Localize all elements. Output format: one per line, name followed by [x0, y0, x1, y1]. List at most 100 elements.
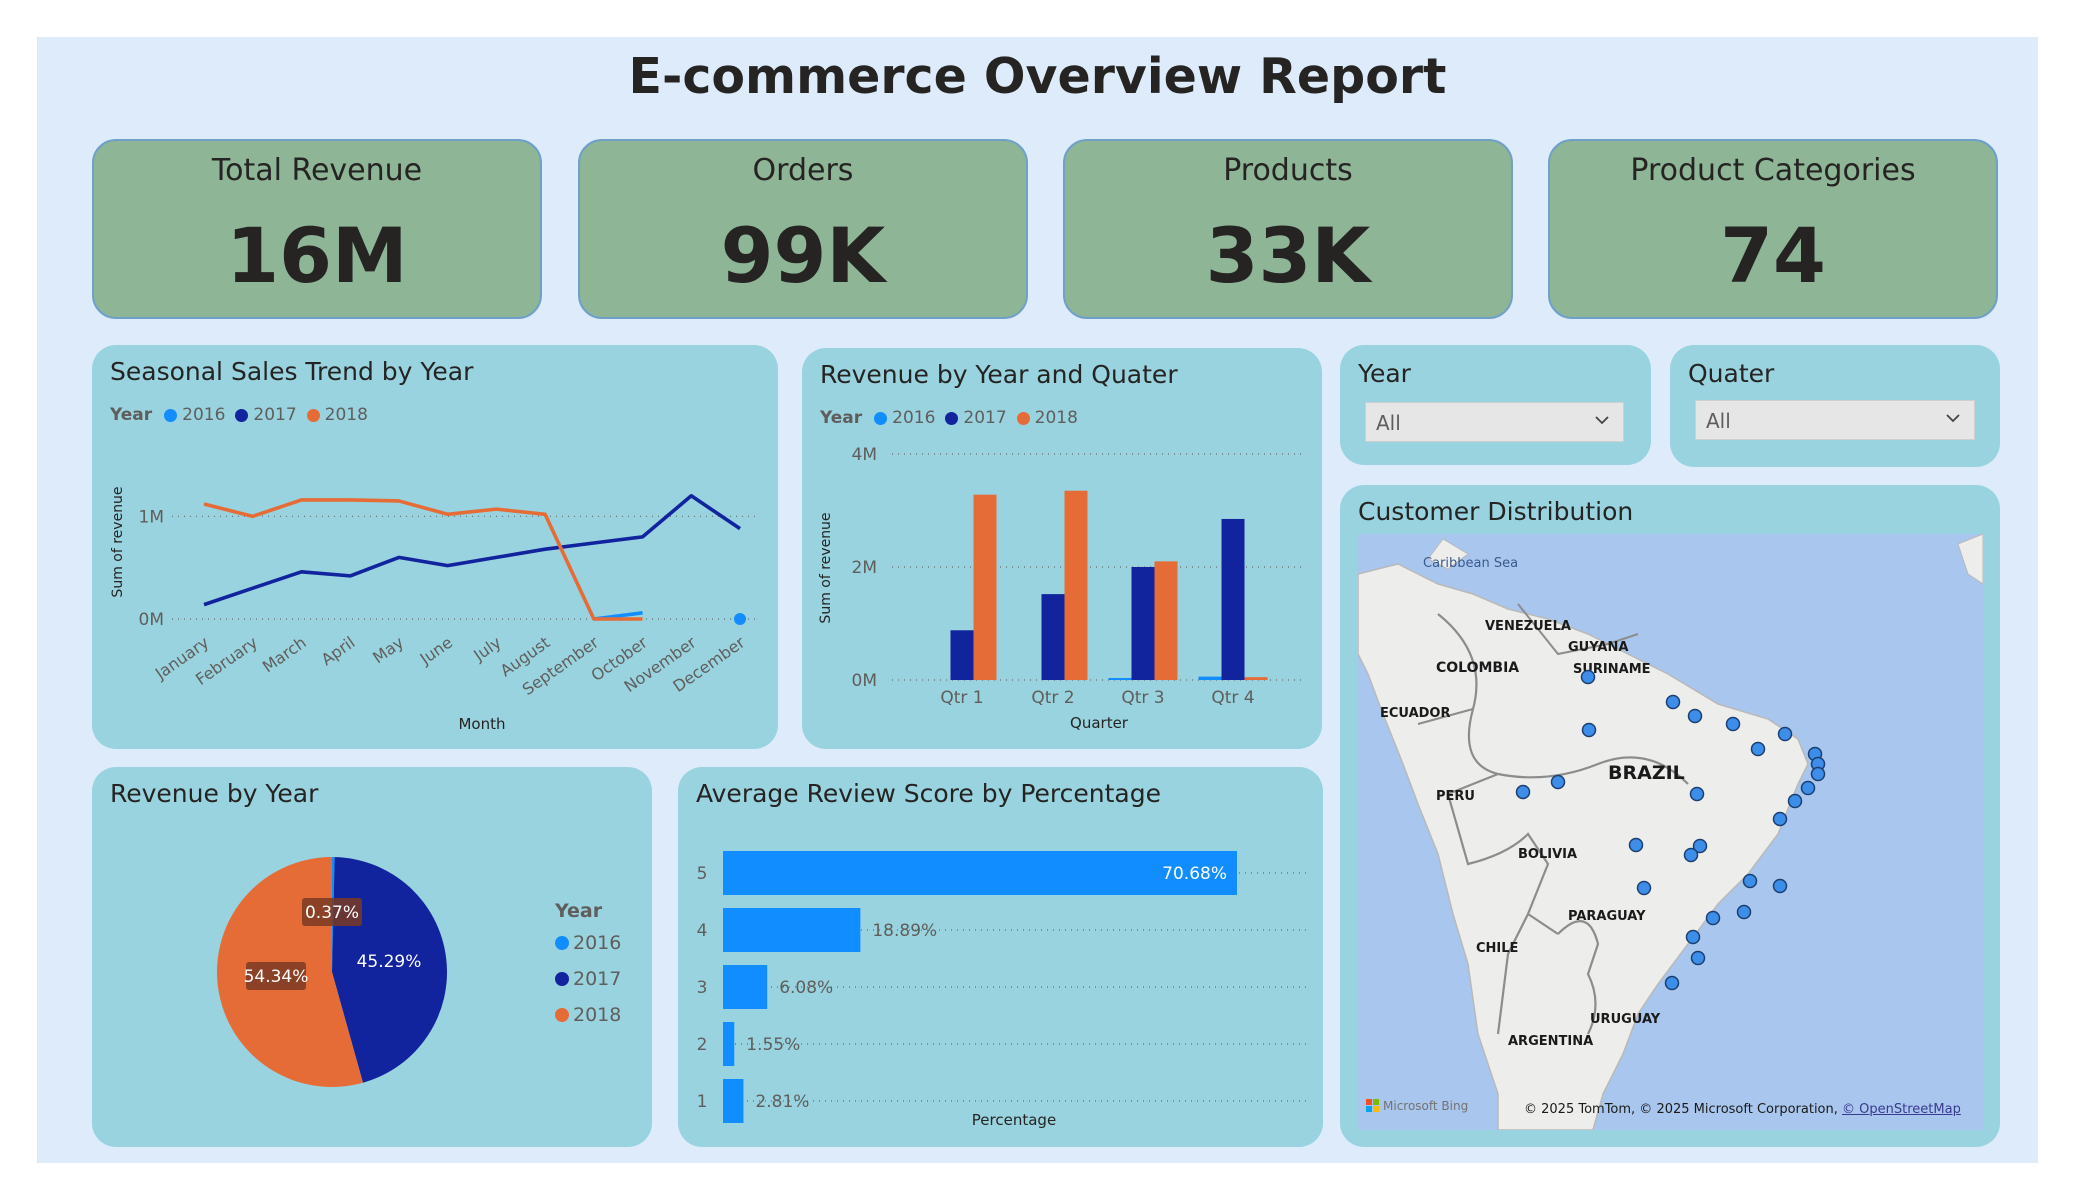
map-attribution-text: © 2025 TomTom, © 2025 Microsoft Corporat… [1524, 1102, 1838, 1117]
x-tick-label: March [259, 633, 310, 677]
line-chart-svg: 0M1MJanuaryFebruaryMarch April May June July… [110, 486, 760, 733]
legend-label-2017: 2017 [573, 968, 622, 990]
y-tick-label: 0M [852, 671, 877, 691]
bar-chart-svg: 0M 2M 4M Qtr 1 Qtr 2 Qtr 3 Qtr 4 Quarter Sum of … [818, 445, 1302, 732]
bar-2018-Qtr3 [1154, 561, 1178, 680]
y-tick-label: 3 [697, 978, 708, 998]
customer-location-marker [1685, 929, 1701, 945]
data-label: 45.29% [357, 952, 422, 972]
data-label: 6.08% [779, 978, 833, 998]
year-filter-panel: Year All [1340, 345, 1651, 465]
legend-title: Year [555, 900, 603, 922]
kpi-card-products[interactable]: Products 33K [1063, 139, 1513, 319]
bar-score-1 [723, 1079, 744, 1123]
customer-location-marker [1580, 669, 1596, 685]
quarter-filter-panel: Quater All [1670, 345, 2000, 467]
y-tick-label: 2M [852, 558, 877, 578]
x-axis-label: Quarter [1070, 714, 1129, 732]
kpi-card-orders[interactable]: Orders 99K [578, 139, 1028, 319]
kpi-label: Total Revenue [211, 153, 423, 188]
data-label: 70.68% [1162, 864, 1227, 884]
customer-location-marker [1550, 774, 1566, 790]
customer-location-marker [1687, 708, 1703, 724]
hbar-chart-svg: 5 70.68% 4 18.89% 3 6.08% 2 1.55% 1 2.81% Percenta… [697, 851, 1308, 1129]
revenue-quarter-panel[interactable]: Revenue by Year and Quater Year 2016 201… [802, 348, 1322, 749]
seasonal-sales-panel[interactable]: Seasonal Sales Trend by Year Year 2016 2… [92, 345, 778, 749]
data-label: 54.34% [244, 967, 309, 987]
customer-location-marker [1705, 910, 1721, 926]
customer-location-marker [1725, 716, 1741, 732]
review-score-panel[interactable]: Average Review Score by Percentage 5 70.6… [678, 767, 1323, 1147]
x-tick-label: Qtr 1 [940, 688, 983, 708]
kpi-label: Product Categories [1630, 153, 1916, 188]
filter-title: Year [1358, 359, 1411, 388]
chevron-down-icon [1595, 416, 1609, 425]
kpi-card-product-categories[interactable]: Product Categories 74 [1548, 139, 1998, 319]
customer-location-marker [1772, 878, 1788, 894]
x-axis-label: Percentage [972, 1111, 1056, 1129]
chart-title: Customer Distribution [1358, 497, 1634, 526]
bar-2017-Qtr4 [1221, 518, 1245, 680]
pie-legend[interactable]: Year 2016 2017 2018 [555, 900, 621, 1040]
customer-location-marker [1664, 975, 1680, 991]
openstreetmap-link[interactable]: © OpenStreetMap [1842, 1102, 1961, 1117]
kpi-value: 33K [1205, 211, 1371, 300]
y-tick-label: 0M [139, 610, 164, 630]
customer-location-marker [1515, 784, 1531, 800]
data-label: 2.81% [755, 1092, 809, 1112]
kpi-card-total-revenue[interactable]: Total Revenue 16M [92, 139, 542, 319]
series-line-2018 [203, 498, 643, 621]
customer-location-marker [1787, 793, 1803, 809]
customer-location-marker [1750, 741, 1766, 757]
x-tick-label: Qtr 4 [1211, 688, 1254, 708]
y-tick-label: 2 [697, 1035, 708, 1055]
customer-location-marker [1777, 726, 1793, 742]
chevron-down-icon [1946, 414, 1960, 423]
year-dropdown-value: All [1376, 411, 1401, 435]
bar-2017-Qtr3 [1131, 567, 1155, 680]
x-axis-label: Month [458, 715, 505, 733]
bar-2018-Qtr4 [1244, 677, 1268, 680]
series-point-2016 [734, 613, 746, 625]
quarter-dropdown-value: All [1706, 409, 1731, 433]
customer-location-marker [1581, 722, 1597, 738]
customer-location-marker [1636, 880, 1652, 896]
bar-2016-Qtr4 [1198, 676, 1222, 680]
customer-location-marker [1665, 694, 1681, 710]
kpi-label: Products [1223, 153, 1353, 188]
map-provider: Microsoft Bing [1383, 1099, 1469, 1113]
customer-location-marker [1772, 811, 1788, 827]
y-axis-label: Sum of revenue [110, 486, 126, 597]
x-tick-label: Qtr 3 [1121, 688, 1164, 708]
year-dropdown[interactable]: All [1365, 402, 1624, 442]
microsoft-logo-icon [1366, 1099, 1379, 1112]
x-tick-label: June [416, 633, 456, 669]
bar-2017-Qtr2 [1041, 594, 1065, 680]
x-tick-label: April [318, 633, 359, 670]
customer-distribution-panel[interactable]: Customer Distribution Caribbean Sea VENE… [1340, 485, 2000, 1147]
revenue-by-year-panel[interactable]: Revenue by Year 0.37% 45.29% 54.34% Year 2… [92, 767, 652, 1147]
y-tick-label: 1M [139, 507, 164, 527]
customer-location-marker [1689, 786, 1705, 802]
customer-map[interactable]: Caribbean Sea VENEZUELA GUYANA SURINAME … [1358, 534, 1983, 1130]
kpi-value: 99K [720, 211, 886, 300]
microsoft-bing-logo: Microsoft Bing [1366, 1099, 1468, 1113]
filter-title: Quater [1688, 359, 1775, 388]
bar-score-2 [723, 1022, 735, 1066]
map-points [1515, 669, 1826, 991]
x-tick-label: July [469, 633, 504, 666]
bar-score-3 [723, 965, 768, 1009]
kpi-value: 16M [226, 211, 408, 300]
legend-dot-2018 [555, 1008, 569, 1022]
customer-location-marker [1628, 837, 1644, 853]
customer-location-marker [1690, 950, 1706, 966]
kpi-value: 74 [1720, 211, 1826, 300]
legend-label-2018: 2018 [573, 1004, 622, 1026]
page-title: E-commerce Overview Report [628, 48, 1447, 105]
legend-label-2016: 2016 [573, 932, 622, 954]
legend-dot-2016 [555, 936, 569, 950]
map-attribution: © 2025 TomTom, © 2025 Microsoft Corporat… [1524, 1102, 1961, 1117]
y-tick-label: 1 [697, 1092, 708, 1112]
x-tick-label: May [369, 633, 407, 668]
quarter-dropdown[interactable]: All [1695, 400, 1975, 440]
